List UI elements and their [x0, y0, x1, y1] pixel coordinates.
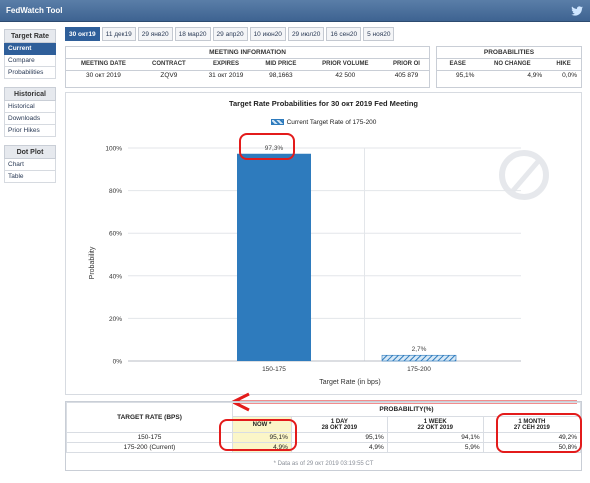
sidebar-item[interactable]: Table — [4, 171, 56, 183]
meeting-info-cell: 42 500 — [335, 72, 356, 80]
probabilities-column: EASE — [437, 59, 479, 71]
column-date: 22 ОКТ 2019 — [417, 424, 454, 431]
probability-cell: 94,1% — [386, 432, 484, 443]
column-date: 28 ОКТ 2019 — [321, 424, 358, 431]
meeting-info-column: PRIOR VOLUME — [306, 59, 384, 71]
y-axis-label: Probability — [89, 246, 96, 279]
probabilities-column: NO CHANGE — [478, 59, 547, 71]
meeting-info-cell: 31 окт 2019 — [208, 72, 244, 80]
meeting-tab[interactable]: 5 ноя20 — [363, 27, 395, 41]
x-tick-label: 150-175 — [262, 366, 286, 373]
bar-chart: Probability Target Rate (in bps) 0% 20% 40… — [89, 145, 549, 386]
title-bar: FedWatch Tool — [0, 0, 590, 22]
y-tick-label: 60% — [109, 231, 122, 238]
sidebar-item[interactable]: Current — [4, 43, 56, 55]
meeting-tabs: 30 окт19 11 дек19 29 янв20 18 мар20 29 апр20… — [65, 27, 395, 41]
meeting-tab[interactable]: 29 июл20 — [287, 27, 325, 41]
sidebar-item[interactable]: Probabilities — [4, 67, 56, 79]
meeting-info-column: EXPIRES — [196, 59, 255, 71]
probability-cell: 95,1% — [290, 432, 388, 443]
meeting-tab[interactable]: 29 янв20 — [137, 27, 173, 41]
sidebar: Target Rate Current Compare Probabilities Hi… — [4, 27, 56, 183]
x-tick-label: 175-200 — [407, 366, 431, 373]
meeting-tab[interactable]: 11 дек19 — [101, 27, 136, 41]
y-tick-label: 40% — [109, 273, 122, 280]
meeting-tab[interactable]: 10 июн20 — [249, 27, 286, 41]
probability-cell: 5,9% — [386, 442, 484, 453]
sidebar-item[interactable]: Chart — [4, 159, 56, 171]
rate-cell: 175-200 (Current) — [66, 442, 233, 453]
probabilities-column: HIKE — [546, 59, 581, 71]
probabilities-table: EASE NO CHANGE HIKE 95,1% 4,9% 0,0% — [437, 59, 581, 81]
red-highlight-now — [219, 419, 297, 451]
y-tick-label: 100% — [105, 146, 122, 153]
bar-value-label: 2,7% — [412, 346, 427, 353]
probability-cell: 4,9% — [290, 442, 388, 453]
probabilities-header: PROBABILITIES — [437, 47, 581, 59]
y-tick-label: 20% — [109, 316, 122, 323]
chart-area: Target Rate Probabilities for 30 окт 201… — [65, 92, 582, 395]
meeting-info-cell: 405 879 — [394, 72, 419, 80]
target-rate-header: TARGET RATE (BPS) — [66, 402, 233, 433]
meeting-info-panel: MEETING INFORMATION MEETING DATE CONTRACT… — [65, 46, 430, 88]
red-highlight-bar-value — [239, 133, 295, 160]
meeting-info-column: MID PRICE — [254, 59, 307, 71]
bar[interactable] — [381, 354, 457, 362]
red-highlight-1month — [496, 413, 582, 453]
y-tick-label: 80% — [109, 188, 122, 195]
rate-cell: 150-175 — [66, 432, 233, 443]
meeting-info-header: MEETING INFORMATION — [66, 47, 429, 59]
probability-column-header: 1 DAY 28 ОКТ 2019 — [290, 416, 388, 433]
sidebar-item[interactable]: Compare — [4, 55, 56, 67]
meeting-tab[interactable]: 16 сен20 — [326, 27, 362, 41]
sidebar-item[interactable]: Historical — [4, 101, 56, 113]
sidebar-section-header: Historical — [4, 87, 56, 101]
meeting-info-column: MEETING DATE — [66, 59, 141, 71]
meeting-info-cell: 98,1663 — [269, 72, 293, 80]
x-axis-label: Target Rate (in bps) — [319, 379, 380, 386]
probabilities-cell: 4,9% — [527, 72, 543, 80]
probabilities-cell: 95,1% — [456, 72, 475, 80]
meeting-tab[interactable]: 30 окт19 — [65, 27, 100, 41]
meeting-info-cell: ZQV9 — [160, 72, 178, 80]
probability-column-header: 1 WEEK 22 ОКТ 2019 — [386, 416, 484, 433]
meeting-tab[interactable]: 29 апр20 — [212, 27, 248, 41]
y-tick-label: 0% — [113, 359, 123, 366]
probabilities-cell: 0,0% — [562, 72, 577, 80]
probabilities-panel: PROBABILITIES EASE NO CHANGE HIKE 95,1% 4,9… — [436, 46, 582, 88]
meeting-info-column: CONTRACT — [140, 59, 197, 71]
app-title: FedWatch Tool — [6, 6, 63, 15]
data-timestamp-note: * Data as of 29 окт 2019 03:19:55 CT — [273, 461, 374, 467]
sidebar-item[interactable]: Downloads — [4, 113, 56, 125]
meeting-info-cell: 30 окт 2019 — [86, 72, 121, 80]
twitter-icon[interactable] — [570, 4, 584, 18]
sidebar-section-header: Target Rate — [4, 29, 56, 43]
sidebar-item[interactable]: Prior Hikes — [4, 125, 56, 137]
sidebar-section-header: Dot Plot — [4, 145, 56, 159]
meeting-info-column: PRIOR OI — [383, 59, 429, 71]
bar[interactable] — [237, 153, 311, 361]
meeting-tab[interactable]: 18 мар20 — [174, 27, 211, 41]
meeting-info-table: MEETING DATE CONTRACT EXPIRES MID PRICE PRIO… — [66, 59, 429, 81]
